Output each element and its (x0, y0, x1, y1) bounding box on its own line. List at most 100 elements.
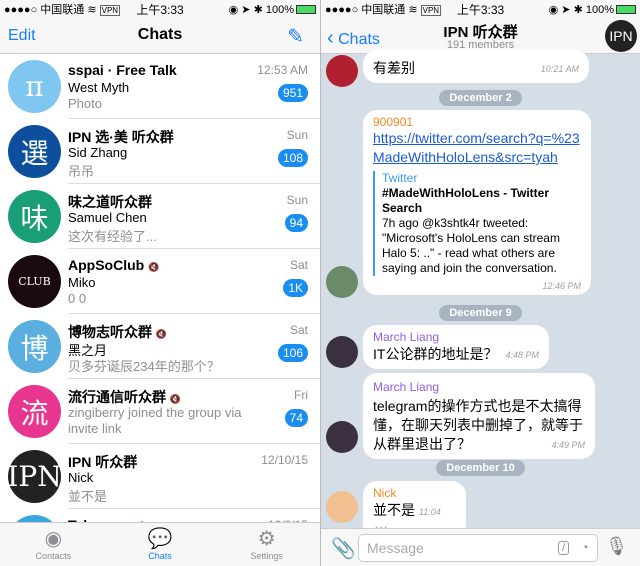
avatar: 選 (8, 125, 61, 178)
tab-bar: ◉ Contacts 💬 Chats ⚙ Settings (0, 522, 320, 566)
nav-bar: Edit Chats ✎ (0, 18, 320, 54)
message-text: 有差别 (373, 60, 415, 76)
unread-badge: 951 (277, 84, 308, 102)
last-sender: Miko (68, 275, 96, 290)
message-text: 並不是 (373, 502, 415, 518)
chat-time: Sun (286, 193, 308, 207)
chat-row[interactable]: IPN IPN 听众群 12/10/15 Nick 並不是 (0, 444, 320, 509)
date-separator: December 2 (321, 88, 640, 106)
chat-time: Sat (289, 258, 308, 272)
chat-name: AppSoClub 🔇 (68, 257, 160, 273)
avatar: CLUB (8, 255, 61, 308)
muted-icon: 🔇 (155, 329, 168, 339)
chat-row[interactable]: 流 流行通信听众群 🔇 Fri zingiberry joined the gr… (0, 379, 320, 444)
unread-badge: 1K (283, 279, 308, 297)
tab-contacts[interactable]: ◉ Contacts (0, 523, 107, 566)
last-sender: Sid Zhang (68, 145, 128, 160)
last-sender: West Myth (68, 80, 130, 95)
last-message-preview: 吊吊 (68, 164, 95, 179)
avatar[interactable] (326, 421, 358, 453)
date-separator: December 9 (321, 303, 640, 321)
chats-list-screen: ●●●●○ 中国联通 ≋ VPN 上午3:33 ◉ ➤ ✱ 100% Edit … (0, 0, 320, 566)
chat-name: IPN 选·美 听众群 (68, 129, 174, 145)
avatar[interactable] (326, 491, 358, 523)
avatar[interactable] (326, 266, 358, 298)
tab-label: Chats (148, 551, 172, 561)
unread-badge: 94 (284, 214, 308, 232)
chat-time: Sat (289, 323, 308, 337)
last-message-preview: Photo (68, 96, 102, 111)
tab-chats[interactable]: 💬 Chats (107, 523, 214, 566)
group-avatar[interactable]: IPN (605, 20, 637, 52)
clock: 上午3:33 (136, 2, 184, 17)
chat-name: 味之道听众群 (68, 194, 152, 210)
clock: 上午3:33 (456, 2, 505, 17)
avatar[interactable] (326, 336, 358, 368)
chat-screen: ●●●●○ 中国联通 ≋ VPN 上午3:33 ◉ ➤ ✱ 100% ‹ Cha… (320, 0, 640, 566)
chat-name: 流行通信听众群 🔇 (68, 389, 182, 405)
last-message-preview: 贝多芬诞辰234年的那个？ (68, 359, 220, 374)
avatar: 流 (8, 385, 61, 438)
gear-icon: ⚙ (257, 528, 276, 550)
avatar: π (8, 60, 61, 113)
chat-row[interactable]: 博 博物志听众群 🔇 Sat 黑之月 贝多芬诞辰234年的那个？ 106 (0, 314, 320, 379)
microphone-icon[interactable]: 🎙 (605, 536, 628, 557)
page-title: Chats (137, 26, 183, 43)
chat-name: IPN 听众群 (68, 454, 138, 470)
preview-title: #MadeWithHoloLens - Twitter Search (382, 186, 550, 215)
chat-time: 12/10/15 (261, 453, 308, 467)
message-link[interactable]: https://twitter.com/search?q=%23MadeWith… (373, 129, 581, 167)
avatar: IPN (7, 450, 62, 503)
message-bubble: 900901 https://twitter.com/search?q=%23M… (363, 110, 591, 295)
last-message-preview: 並不是 (68, 489, 108, 504)
sender-name: March Liang (373, 380, 440, 394)
nav-bar: ‹ Chats IPN 听众群 191 members IPN (321, 18, 640, 54)
last-message-preview: 0 0 (68, 291, 87, 306)
input-placeholder: Message (367, 540, 424, 556)
chat-time: Sun (286, 128, 308, 142)
status-bar: ●●●●○ 中国联通 ≋ VPN 上午3:33 ◉ ➤ ✱ 100% (0, 0, 320, 18)
message-bubble: March Liang telegram的操作方式也是不太搞得懂，在聊天列表中删… (363, 373, 595, 459)
chat-time: 12:53 AM (257, 63, 308, 77)
chat-bubbles-icon: 💬 (147, 528, 173, 550)
message-input-bar: 📎 Message / ◔ 🎙 (321, 528, 640, 566)
status-bar: ●●●●○ 中国联通 ≋ VPN 上午3:33 ◉ ➤ ✱ 100% (321, 0, 640, 18)
avatar: 博 (8, 320, 61, 373)
chat-name: 博物志听众群 🔇 (68, 324, 168, 340)
muted-icon: 🔇 (148, 262, 160, 272)
message-time: 10:21 AM (540, 64, 579, 74)
message-input[interactable]: Message / ◔ (358, 534, 598, 562)
bot-command-icon[interactable]: / (557, 541, 569, 555)
preview-site: Twitter (382, 171, 418, 185)
avatar: 味 (8, 190, 61, 243)
unread-badge: 106 (277, 344, 308, 362)
last-sender: Samuel Chen (68, 210, 147, 225)
compose-icon[interactable]: ✎ (287, 24, 304, 49)
tab-settings[interactable]: ⚙ Settings (213, 523, 320, 566)
avatar[interactable] (326, 55, 358, 87)
sender-name: 900901 (373, 115, 414, 129)
message-time: 4:48 PM (505, 350, 539, 360)
preview-body: 7h ago @k3shtk4r tweeted: "Microsoft's H… (382, 216, 560, 275)
sticker-icon[interactable]: ◔ (581, 539, 589, 555)
last-message-preview: 这次有经验了... (68, 229, 157, 244)
muted-icon: 🔇 (169, 394, 182, 404)
chat-row[interactable]: 味 味之道听众群 Sun Samuel Chen 这次有经验了... 94 (0, 184, 320, 249)
unread-badge: 108 (277, 149, 308, 167)
message-bubble: 10:21 AM 有差别 (363, 50, 589, 83)
message-bubble: March Liang 4:48 PM IT公论群的地址是？ (363, 325, 549, 369)
link-preview[interactable]: Twitter #MadeWithHoloLens - Twitter Sear… (373, 171, 581, 276)
date-separator: December 10 (321, 458, 640, 476)
chat-time: Fri (294, 388, 308, 402)
tab-label: Contacts (35, 551, 72, 561)
message-time: 12:46 PM (542, 281, 581, 291)
chat-row[interactable]: CLUB AppSoClub 🔇 Sat Miko 0 0 1K (0, 249, 320, 314)
chat-row[interactable]: π sspai · Free Talk 12:53 AM West Myth P… (0, 54, 320, 119)
unread-badge: 74 (284, 409, 308, 427)
sender-name: March Liang (373, 330, 440, 344)
person-icon: ◉ (44, 528, 63, 550)
chat-row[interactable]: 選 IPN 选·美 听众群 Sun Sid Zhang 吊吊 108 (0, 119, 320, 184)
attach-icon[interactable]: 📎 (331, 536, 356, 561)
sender-name: Nick (373, 486, 397, 500)
chat-name: sspai · Free Talk (68, 62, 177, 78)
